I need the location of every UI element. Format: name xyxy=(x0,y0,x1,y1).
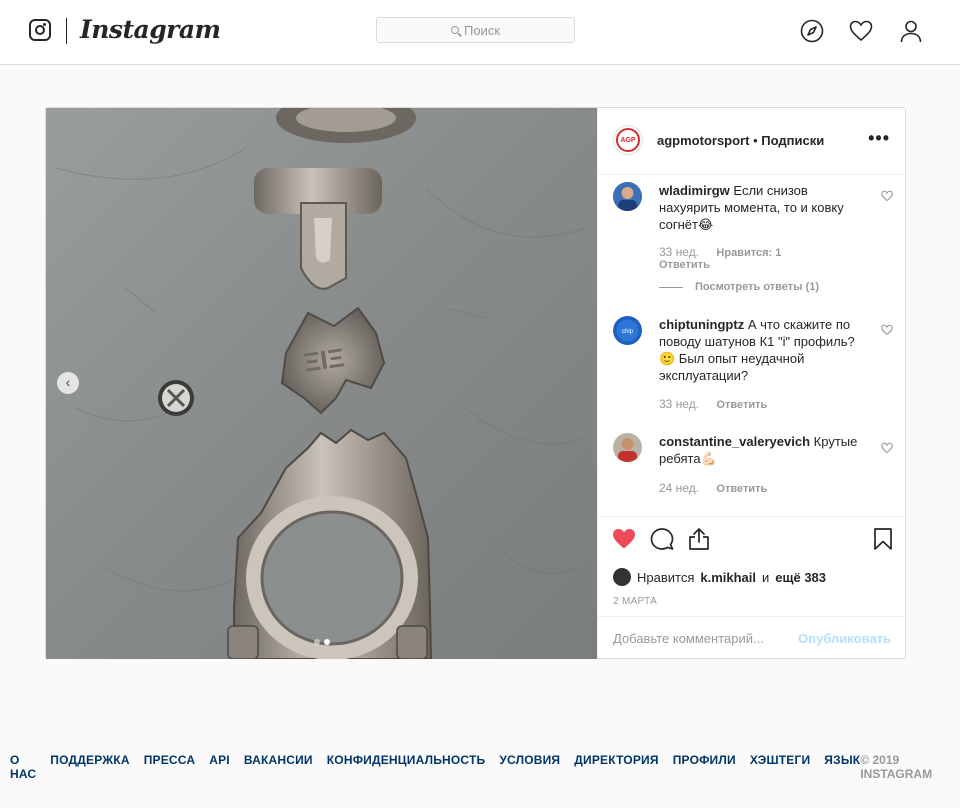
instagram-wordmark[interactable]: Instagram xyxy=(80,15,221,44)
comment-age[interactable]: 33 нед. xyxy=(659,397,699,411)
add-comment-row: Добавьте комментарий... Опубликовать xyxy=(598,616,906,659)
footer-link-press[interactable]: ПРЕССА xyxy=(144,753,196,781)
comment-like-icon[interactable] xyxy=(881,324,893,336)
carousel-prev-button[interactable]: ‹ xyxy=(57,372,79,394)
search-icon xyxy=(450,26,459,34)
carousel-dot-active xyxy=(324,639,330,645)
explore-compass-icon[interactable] xyxy=(800,19,824,43)
liker-avatar[interactable] xyxy=(613,568,631,586)
footer-link-profiles[interactable]: ПРОФИЛИ xyxy=(673,753,736,781)
comment-bubble-icon[interactable] xyxy=(650,527,674,551)
profile-icon[interactable] xyxy=(899,19,923,43)
footer-link-about[interactable]: О НАС xyxy=(10,753,36,781)
footer-link-privacy[interactable]: КОНФИДЕНЦИАЛЬНОСТЬ xyxy=(327,753,486,781)
comment-body: constantine_valeryevich Крутые ребята💪🏻 xyxy=(659,433,865,467)
reply-button[interactable]: Ответить xyxy=(659,259,781,271)
add-comment-input[interactable]: Добавьте комментарий... xyxy=(613,631,764,646)
footer-link-api[interactable]: API xyxy=(209,753,230,781)
comment-body: wladimirgw Если снизов нахуярить момента… xyxy=(659,182,865,233)
comment-meta: 33 нед. Нравится: 1 Ответить xyxy=(659,245,781,271)
following-button[interactable]: Подписки xyxy=(761,133,824,148)
carousel-dot xyxy=(314,639,320,645)
share-icon[interactable] xyxy=(687,527,711,551)
author-username[interactable]: agpmotorsport xyxy=(657,133,749,148)
top-navigation-bar: Instagram Поиск xyxy=(0,0,960,65)
post-actions-section: Нравится k.mikhail и ещё 383 2 МАРТА Доб… xyxy=(598,516,906,658)
post-header: AGP agpmotorsport • Подписки ••• xyxy=(598,108,906,175)
replies-divider xyxy=(659,286,683,288)
comment-age[interactable]: 24 нед. xyxy=(659,481,699,495)
header-separator: • xyxy=(753,133,758,148)
comment-meta: 24 нед. Ответить xyxy=(659,481,767,495)
copyright: © 2019 INSTAGRAM xyxy=(860,753,933,781)
svg-text:chip: chip xyxy=(622,329,634,335)
search-input[interactable]: Поиск xyxy=(376,17,575,43)
search-placeholder: Поиск xyxy=(463,22,501,38)
footer-link-directory[interactable]: ДИРЕКТОРИЯ xyxy=(574,753,658,781)
comment-item: wladimirgw Если снизов нахуярить момента… xyxy=(613,182,893,293)
carousel-indicator xyxy=(314,639,330,645)
comment-item: constantine_valeryevich Крутые ребята💪🏻 … xyxy=(613,433,893,503)
comment-like-icon[interactable] xyxy=(881,190,893,202)
likes-connector: и xyxy=(762,569,770,585)
footer: О НАС ПОДДЕРЖКА ПРЕССА API ВАКАНСИИ КОНФ… xyxy=(10,753,942,781)
like-heart-icon[interactable] xyxy=(612,527,636,551)
footer-link-terms[interactable]: УСЛОВИЯ xyxy=(499,753,560,781)
comment-like-icon[interactable] xyxy=(881,442,893,454)
view-replies-label: Посмотреть ответы (1) xyxy=(695,281,820,293)
footer-link-hashtags[interactable]: ХЭШТЕГИ xyxy=(750,753,810,781)
svg-text:ΞIΞ: ΞIΞ xyxy=(302,342,346,377)
publish-button[interactable]: Опубликовать xyxy=(798,631,891,646)
view-replies-button[interactable]: Посмотреть ответы (1) xyxy=(659,281,819,293)
comment-meta: 33 нед. Ответить xyxy=(659,397,767,411)
more-options-icon[interactable]: ••• xyxy=(868,129,890,147)
comment-body: chiptuningptz А что скажите по поводу ша… xyxy=(659,316,865,384)
post-sidebar: AGP agpmotorsport • Подписки ••• wladimi… xyxy=(597,108,906,658)
commenter-avatar[interactable] xyxy=(613,433,642,462)
activity-heart-icon[interactable] xyxy=(849,19,873,43)
instagram-logo-icon[interactable] xyxy=(29,19,51,41)
likes-prefix: Нравится xyxy=(637,569,695,585)
likes-others-count[interactable]: ещё 383 xyxy=(775,570,826,585)
agp-logo-icon: AGP xyxy=(616,128,640,152)
comment-username[interactable]: chiptuningptz xyxy=(659,317,744,332)
reply-button[interactable]: Ответить xyxy=(716,399,767,411)
comment-username[interactable]: constantine_valeryevich xyxy=(659,434,810,449)
footer-links: О НАС ПОДДЕРЖКА ПРЕССА API ВАКАНСИИ КОНФ… xyxy=(10,753,860,781)
footer-link-jobs[interactable]: ВАКАНСИИ xyxy=(244,753,313,781)
comment-likes-count[interactable]: Нравится: 1 xyxy=(716,247,781,259)
comment-age[interactable]: 33 нед. xyxy=(659,245,699,259)
comment-item: chip chiptuningptz А что скажите по пово… xyxy=(613,316,893,416)
author-line: agpmotorsport • Подписки xyxy=(657,133,824,148)
commenter-avatar[interactable] xyxy=(613,182,642,211)
footer-link-support[interactable]: ПОДДЕРЖКА xyxy=(50,753,129,781)
post-date[interactable]: 2 МАРТА xyxy=(613,596,657,607)
bookmark-icon[interactable] xyxy=(871,527,895,551)
logo-divider xyxy=(66,18,67,44)
reply-button[interactable]: Ответить xyxy=(716,483,767,495)
author-avatar[interactable]: AGP xyxy=(613,125,643,155)
post-card: ΞIΞ ‹ AGP agpmotorsport • Подписки ••• w… xyxy=(45,107,906,659)
liker-username[interactable]: k.mikhail xyxy=(700,570,756,585)
likes-summary: Нравится k.mikhail и ещё 383 xyxy=(613,568,826,586)
comment-username[interactable]: wladimirgw xyxy=(659,183,730,198)
footer-link-language[interactable]: ЯЗЫК xyxy=(824,753,860,781)
post-photo[interactable]: ΞIΞ ‹ xyxy=(46,108,597,659)
commenter-avatar[interactable]: chip xyxy=(613,316,642,345)
